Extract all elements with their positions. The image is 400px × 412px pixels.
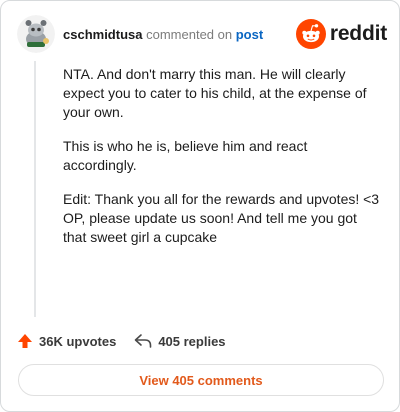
comment-paragraph: Edit: Thank you all for the rewards and … (63, 191, 380, 245)
snoo-avatar-icon (17, 15, 55, 53)
reddit-logo-icon (295, 19, 326, 49)
avatar[interactable] (17, 15, 55, 53)
view-comments-button[interactable]: View 405 comments (18, 364, 384, 396)
reply-button[interactable]: 405 replies (134, 333, 226, 349)
reddit-wordmark: reddit (329, 22, 387, 45)
upvote-arrow-icon (17, 333, 33, 349)
thread-line[interactable] (34, 61, 36, 317)
reply-arrow-icon (134, 333, 152, 349)
reply-count: 405 replies (158, 333, 226, 349)
comment-paragraph: This is who he is, believe him and react… (63, 138, 308, 173)
comment-paragraph: NTA. And don't marry this man. He will c… (63, 66, 367, 120)
post-link[interactable]: post (236, 27, 263, 42)
comment-header: cschmidtusa commented on post reddit (17, 15, 387, 55)
upvote-count: 36K upvotes (39, 333, 117, 349)
comment-card: cschmidtusa commented on post reddit NTA… (0, 0, 400, 412)
upvote-button[interactable]: 36K upvotes (17, 333, 116, 349)
reddit-brand[interactable]: reddit (295, 19, 387, 49)
comment-body: NTA. And don't marry this man. He will c… (63, 65, 381, 262)
byline: cschmidtusa commented on post (63, 27, 263, 42)
username-link[interactable]: cschmidtusa (63, 27, 142, 42)
comment-stats: 36K upvotes 405 replies (17, 331, 226, 351)
byline-action: commented on (146, 27, 233, 42)
